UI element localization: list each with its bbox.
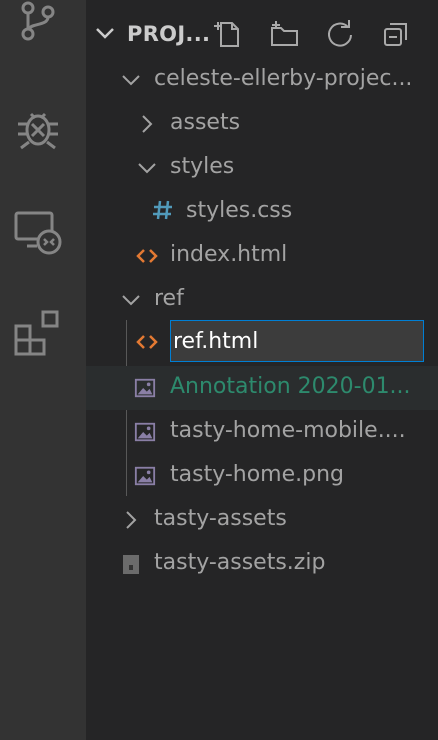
- html-file-icon: [136, 245, 158, 267]
- activity-bar: [0, 0, 86, 740]
- tree-item-label: styles: [170, 154, 235, 179]
- extensions-icon[interactable]: [13, 308, 63, 358]
- source-control-icon[interactable]: [13, 0, 63, 46]
- chevron-down-icon: [120, 289, 142, 311]
- tree-item-tasty-home[interactable]: tasty-home.png: [86, 454, 438, 498]
- rename-input[interactable]: [170, 320, 424, 362]
- new-file-icon[interactable]: [212, 18, 244, 50]
- tree-item-tasty-home-mobile[interactable]: tasty-home-mobile....: [86, 410, 438, 454]
- tree-item-tasty-zip[interactable]: tasty-assets.zip: [86, 542, 438, 586]
- chevron-down-icon: [120, 69, 142, 91]
- tree-item-label: tasty-home.png: [170, 462, 345, 487]
- debug-icon[interactable]: [13, 102, 63, 152]
- image-file-icon: [134, 421, 156, 443]
- tree-item-label: ref: [154, 286, 184, 311]
- image-file-icon: [134, 465, 156, 487]
- tree-item-label: styles.css: [186, 198, 293, 223]
- remote-explorer-icon[interactable]: [13, 208, 63, 258]
- tree-item-index-html[interactable]: index.html: [86, 234, 438, 278]
- html-file-icon: [136, 331, 158, 353]
- chevron-down-icon: [94, 22, 116, 44]
- chevron-right-icon: [136, 113, 158, 135]
- tree-item-styles-css[interactable]: styles.css: [86, 190, 438, 234]
- tree-item-label: assets: [170, 110, 241, 135]
- zip-file-icon: [120, 553, 142, 575]
- section-header[interactable]: PROJ...: [86, 12, 438, 56]
- tree-item-label: tasty-assets: [154, 506, 287, 531]
- tree-item-ref-folder[interactable]: ref: [86, 278, 438, 322]
- tree-item-label: index.html: [170, 242, 288, 267]
- tree-item-label: tasty-home-mobile....: [170, 418, 406, 443]
- explorer-sidebar: PROJ... celeste-ellerby-projec... assets…: [86, 0, 438, 740]
- image-file-icon: [134, 377, 156, 399]
- tree-item-styles[interactable]: styles: [86, 146, 438, 190]
- tree-item-assets[interactable]: assets: [86, 102, 438, 146]
- chevron-down-icon: [136, 157, 158, 179]
- tree-item-label: tasty-assets.zip: [154, 550, 326, 575]
- refresh-icon[interactable]: [324, 18, 356, 50]
- chevron-right-icon: [120, 509, 142, 531]
- new-folder-icon[interactable]: [268, 18, 300, 50]
- tree-item-label: celeste-ellerby-projec...: [154, 66, 413, 91]
- collapse-all-icon[interactable]: [380, 18, 412, 50]
- tree-item-tasty-assets[interactable]: tasty-assets: [86, 498, 438, 542]
- section-title: PROJ...: [127, 22, 211, 46]
- css-file-icon: [152, 199, 174, 221]
- tree-item-annotation[interactable]: Annotation 2020-01...: [86, 366, 438, 410]
- tree-item-label: Annotation 2020-01...: [170, 374, 411, 399]
- tree-item-project-folder[interactable]: celeste-ellerby-projec...: [86, 58, 438, 102]
